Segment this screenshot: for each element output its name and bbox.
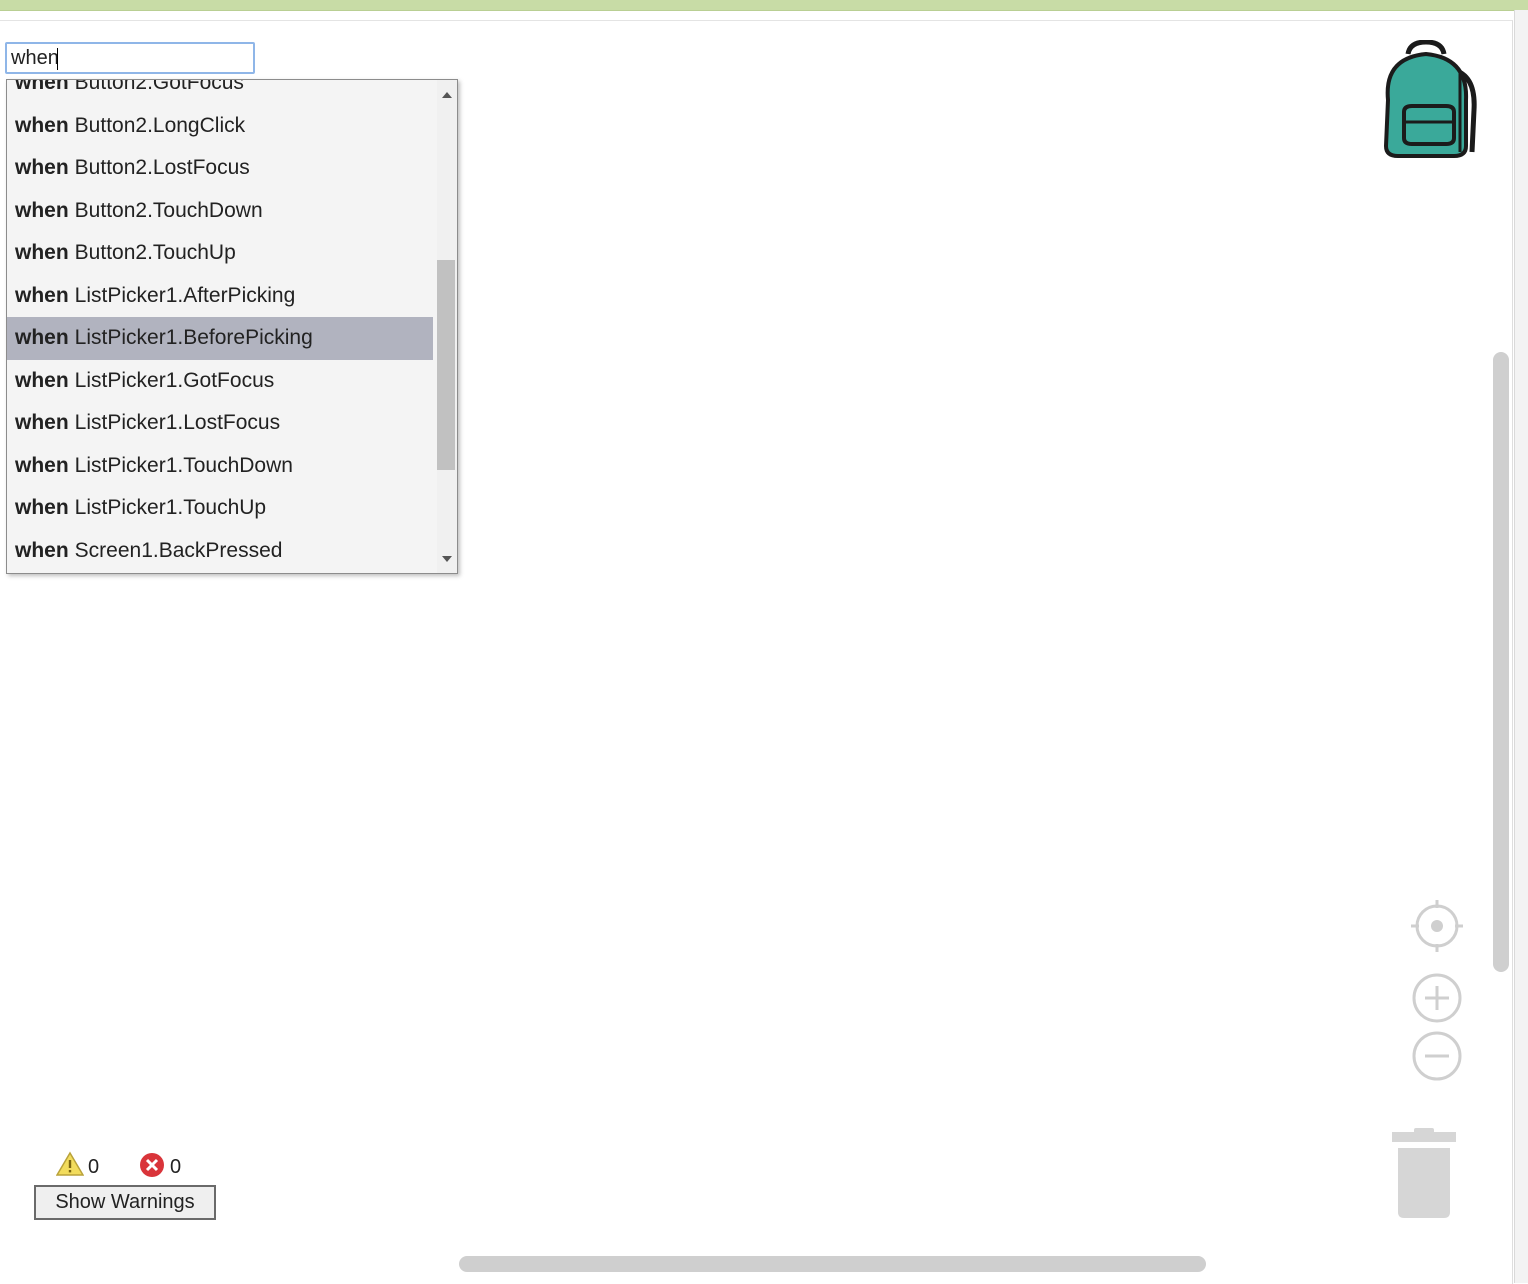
workspace-vertical-scrollbar[interactable]	[1493, 352, 1509, 972]
suggestion-item[interactable]: when Button2.TouchUp	[7, 232, 433, 275]
error-icon	[140, 1153, 164, 1177]
error-count: 0	[170, 1156, 182, 1178]
suggestion-item[interactable]: when Button2.LongClick	[7, 105, 433, 148]
zoom-in-icon[interactable]	[1411, 972, 1463, 1024]
top-bar	[0, 0, 1528, 11]
show-warnings-button[interactable]: Show Warnings	[34, 1185, 216, 1220]
item-keyword: when	[15, 241, 69, 264]
dropdown-scrollbar[interactable]	[437, 80, 457, 573]
suggestion-item[interactable]: when ListPicker1.AfterPicking	[7, 275, 433, 318]
item-event: ListPicker1.AfterPicking	[74, 283, 296, 307]
suggestion-item[interactable]: when Button2.TouchDown	[7, 190, 433, 233]
block-suggestion-dropdown[interactable]: when Button2.GotFocus when Button2.LongCli…	[6, 79, 458, 574]
recenter-icon[interactable]	[1411, 900, 1463, 952]
item-keyword: when	[15, 79, 69, 94]
item-event: Button2.LostFocus	[74, 156, 250, 179]
item-event: Button2.TouchUp	[74, 241, 236, 264]
item-event: ListPicker1.TouchDown	[74, 453, 293, 477]
item-event: Button2.LongClick	[74, 113, 246, 137]
item-keyword: when	[15, 156, 69, 179]
zoom-out-icon[interactable]	[1411, 1030, 1463, 1082]
suggestion-item[interactable]: when ListPicker1.GotFocus	[7, 360, 433, 403]
item-keyword: when	[15, 453, 69, 477]
workspace-horizontal-scrollbar[interactable]	[459, 1256, 1206, 1272]
text-caret	[57, 48, 58, 70]
backpack-icon[interactable]	[1374, 40, 1480, 162]
suggestion-item[interactable]: when Button2.GotFocus	[7, 79, 433, 105]
item-event: Button2.TouchDown	[74, 198, 263, 222]
item-keyword: when	[15, 368, 69, 392]
item-keyword: when	[15, 198, 69, 222]
item-keyword: when	[15, 538, 69, 562]
scroll-down-arrow-icon[interactable]	[442, 556, 452, 562]
item-event: ListPicker1.BeforePicking	[74, 326, 313, 349]
suggestion-item[interactable]: when ListPicker1.TouchDown	[7, 445, 433, 488]
item-event: Button2.GotFocus	[74, 79, 244, 94]
suggestion-item[interactable]: when ListPicker1.TouchUp	[7, 487, 433, 530]
item-keyword: when	[15, 113, 69, 137]
suggestion-list: when Button2.GotFocus when Button2.LongCli…	[7, 79, 433, 573]
trash-icon[interactable]	[1390, 1126, 1458, 1220]
suggestion-item[interactable]: when Screen1.BackPressed	[7, 530, 433, 573]
item-keyword: when	[15, 283, 69, 307]
suggestion-item[interactable]: when Button2.LostFocus	[7, 147, 433, 190]
scroll-up-arrow-icon[interactable]	[442, 92, 452, 98]
suggestion-item[interactable]: when ListPicker1.LostFocus	[7, 402, 433, 445]
item-event: ListPicker1.TouchUp	[74, 496, 267, 519]
warning-icon	[56, 1151, 84, 1176]
item-keyword: when	[15, 496, 69, 519]
item-event: ListPicker1.LostFocus	[74, 411, 281, 434]
item-event: ListPicker1.GotFocus	[74, 368, 275, 392]
warning-count: 0	[88, 1156, 100, 1178]
right-panel-edge	[1514, 10, 1528, 1283]
block-search-input[interactable]	[5, 42, 255, 74]
item-event: Screen1.BackPressed	[74, 538, 283, 562]
dropdown-scroll-thumb[interactable]	[437, 260, 455, 470]
item-keyword: when	[15, 411, 69, 434]
suggestion-item-selected[interactable]: when ListPicker1.BeforePicking	[7, 317, 433, 360]
item-keyword: when	[15, 326, 69, 349]
